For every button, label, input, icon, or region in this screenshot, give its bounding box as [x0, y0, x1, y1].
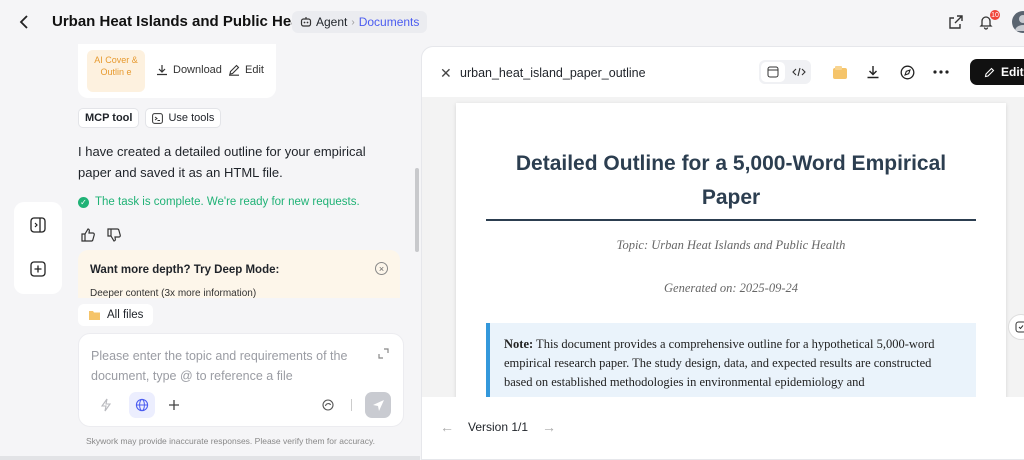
chat-scrollbar[interactable] — [415, 168, 419, 252]
bottom-divider — [0, 456, 420, 460]
top-header: Urban Heat Islands and Public Health Age… — [0, 0, 1024, 44]
breadcrumb-documents[interactable]: Documents — [359, 15, 420, 29]
version-bar: ← Version 1/1 → — [422, 397, 1024, 457]
deep-mode-title: Want more depth? Try Deep Mode: — [90, 264, 280, 276]
view-toggle — [759, 60, 811, 84]
heading-divider — [486, 219, 976, 221]
document-panel: ✕ urban_heat_island_paper_outline Edit D… — [421, 46, 1024, 460]
folder-icon — [833, 65, 847, 79]
document-page: Detailed Outline for a 5,000-Word Empiri… — [456, 103, 1006, 413]
mcp-tool-pill[interactable]: MCP tool — [78, 108, 140, 128]
thumbs-up-icon[interactable] — [80, 227, 96, 243]
download-icon — [867, 66, 879, 79]
breadcrumb-separator-icon: › — [351, 16, 355, 28]
download-button[interactable]: Download — [156, 64, 222, 76]
send-icon — [372, 399, 384, 411]
globe-icon — [135, 398, 149, 412]
sidebar-toggle-icon — [30, 217, 46, 233]
download-label: Download — [173, 64, 222, 76]
agent-icon — [300, 17, 312, 27]
chat-input-box: Please enter the topic and requirements … — [78, 333, 404, 427]
edit-document-label: Edit — [1001, 65, 1024, 79]
breadcrumb: Agent › Documents — [292, 11, 428, 33]
more-options-icon[interactable] — [932, 63, 950, 81]
share-button[interactable] — [946, 12, 966, 32]
download-doc-button[interactable] — [864, 63, 882, 81]
tools-row: MCP tool Use tools — [78, 108, 222, 128]
pencil-icon — [229, 64, 240, 76]
feedback-buttons — [80, 227, 122, 243]
compass-icon — [900, 65, 914, 79]
add-attachment-button[interactable] — [161, 392, 187, 418]
chat-input[interactable]: Please enter the topic and requirements … — [91, 346, 381, 386]
new-chat-button[interactable] — [29, 260, 47, 278]
share-icon — [949, 15, 963, 29]
bolt-icon — [100, 398, 112, 412]
document-generated-date: Generated on: 2025-09-24 — [664, 281, 798, 295]
edit-file-button[interactable]: Edit — [228, 64, 264, 76]
version-label: Version 1/1 — [468, 420, 529, 434]
file-thumbnail[interactable]: AI Cover & Outlin e — [87, 50, 145, 92]
close-icon[interactable]: × — [375, 262, 388, 275]
chat-icon — [1015, 321, 1024, 333]
side-toolbar — [14, 202, 62, 294]
add-square-icon — [30, 261, 46, 277]
all-files-button[interactable]: All files — [78, 304, 154, 326]
folder-icon — [89, 311, 100, 320]
edit-label: Edit — [245, 64, 264, 76]
voice-button[interactable] — [315, 392, 341, 418]
arrow-left-icon[interactable]: ← — [440, 419, 454, 435]
notification-badge: 10 — [990, 10, 1000, 20]
files-button[interactable] — [831, 63, 849, 81]
code-view-icon[interactable] — [787, 62, 811, 82]
send-button[interactable] — [365, 392, 391, 418]
note-text: This document provides a comprehensive o… — [504, 337, 935, 389]
expand-icon[interactable] — [378, 348, 389, 362]
use-tools-pill[interactable]: Use tools — [145, 108, 222, 128]
user-avatar-icon — [1015, 15, 1024, 31]
breadcrumb-agent[interactable]: Agent — [316, 15, 347, 29]
web-search-button[interactable] — [129, 392, 155, 418]
all-files-label: All files — [107, 309, 144, 321]
disclaimer-text: Skywork may provide inaccurate responses… — [86, 436, 375, 446]
document-filename: urban_heat_island_paper_outline — [460, 66, 646, 80]
use-tools-label: Use tools — [168, 112, 215, 124]
mcp-tool-label: MCP tool — [85, 112, 133, 124]
task-status-text: The task is complete. We're ready for ne… — [95, 196, 360, 208]
download-icon — [157, 65, 167, 76]
back-button[interactable] — [14, 12, 34, 32]
chevron-left-icon — [19, 15, 28, 29]
divider — [351, 399, 352, 411]
note-label: Note: — [504, 337, 534, 351]
spark-button[interactable] — [93, 392, 119, 418]
check-circle-icon: ✓ — [78, 196, 89, 208]
plus-icon — [169, 400, 179, 410]
collapse-panel-button[interactable] — [29, 216, 47, 234]
edit-document-button[interactable]: Edit — [970, 59, 1024, 85]
close-panel-icon[interactable]: ✕ — [440, 65, 452, 82]
version-nav: ← Version 1/1 → — [440, 419, 556, 435]
terminal-icon — [152, 112, 164, 124]
document-topic: Topic: Urban Heat Islands and Public Hea… — [616, 238, 846, 252]
avatar[interactable] — [1012, 11, 1024, 33]
deep-mode-subtitle: Deeper content (3x more information) — [90, 288, 257, 299]
deep-mode-banner: Want more depth? Try Deep Mode: Deeper c… — [78, 250, 400, 299]
assistant-message: I have created a detailed outline for yo… — [78, 144, 366, 180]
swirl-icon — [322, 399, 334, 411]
thumbs-down-icon[interactable] — [106, 227, 122, 243]
file-card: AI Cover & Outlin e Download Edit — [78, 44, 276, 98]
preview-view-icon[interactable] — [761, 62, 785, 82]
explore-button[interactable] — [898, 63, 916, 81]
arrow-right-icon[interactable]: → — [542, 419, 556, 435]
document-heading: Detailed Outline for a 5,000-Word Empiri… — [515, 152, 947, 209]
task-status: ✓ The task is complete. We're ready for … — [78, 196, 360, 208]
pencil-icon — [984, 67, 995, 77]
page-title: Urban Heat Islands and Public Health — [52, 13, 318, 30]
